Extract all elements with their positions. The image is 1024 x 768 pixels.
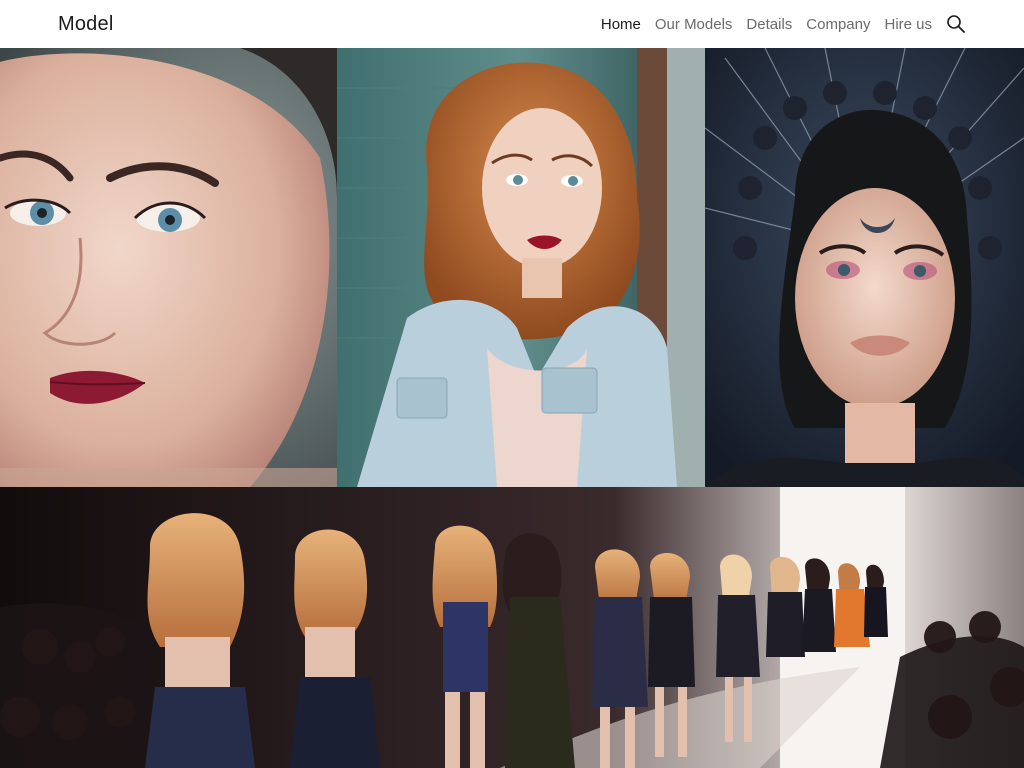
- nav-company[interactable]: Company: [806, 16, 870, 33]
- search-icon[interactable]: [946, 14, 966, 34]
- main-nav: Home Our Models Details Company Hire us: [601, 14, 966, 34]
- nav-hire-us[interactable]: Hire us: [884, 16, 932, 33]
- model-photo-closeup[interactable]: [0, 48, 337, 487]
- brand-logo[interactable]: Model: [58, 13, 113, 36]
- runway-show-photo[interactable]: [0, 487, 1024, 768]
- top-navbar: Model Home Our Models Details Company Hi…: [0, 0, 1024, 48]
- nav-home[interactable]: Home: [601, 16, 641, 33]
- nav-details[interactable]: Details: [746, 16, 792, 33]
- nav-our-models[interactable]: Our Models: [655, 16, 733, 33]
- model-photo-denim[interactable]: [337, 48, 705, 487]
- model-photo-crown[interactable]: [705, 48, 1024, 487]
